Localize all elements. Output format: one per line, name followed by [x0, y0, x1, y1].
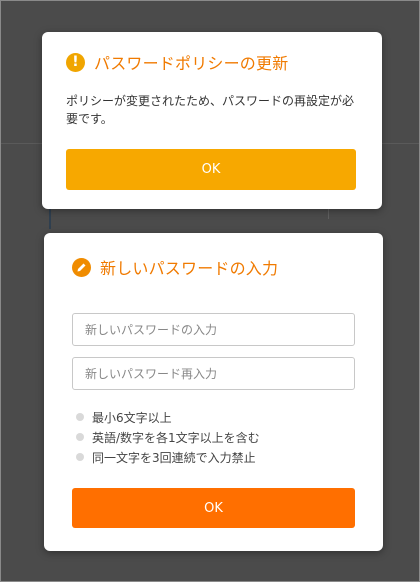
- bullet-icon: [76, 413, 84, 421]
- dialog-header: 新しいパスワードの入力: [72, 255, 278, 279]
- password-rule-text: 同一文字を3回連続で入力禁止: [92, 450, 256, 465]
- dialog-header: ! パスワードポリシーの更新: [66, 50, 288, 74]
- password-rule-text: 英語/数字を各1文字以上を含む: [92, 430, 260, 445]
- bullet-icon: [76, 433, 84, 441]
- new-password-dialog: 新しいパスワードの入力 最小6文字以上 英語/数字を各1文字以上を含む 同一文字…: [44, 233, 383, 551]
- bullet-icon: [76, 453, 84, 461]
- password-rule-text: 最小6文字以上: [92, 410, 172, 425]
- password-rule: 最小6文字以上: [76, 407, 260, 427]
- password-rule: 英語/数字を各1文字以上を含む: [76, 427, 260, 447]
- confirm-password-input[interactable]: [72, 357, 355, 390]
- dialog-title: 新しいパスワードの入力: [100, 259, 279, 278]
- policy-ok-button[interactable]: OK: [66, 149, 356, 190]
- pencil-icon: [77, 263, 86, 271]
- dialog-title: パスワードポリシーの更新: [94, 54, 289, 73]
- new-password-ok-button[interactable]: OK: [72, 488, 355, 528]
- password-rule: 同一文字を3回連続で入力禁止: [76, 447, 260, 467]
- new-password-input[interactable]: [72, 313, 355, 346]
- password-rules-list: 最小6文字以上 英語/数字を各1文字以上を含む 同一文字を3回連続で入力禁止: [76, 407, 260, 467]
- warning-icon: !: [66, 52, 85, 72]
- modal-backdrop: ! パスワードポリシーの更新 ポリシーが変更されたため、パスワードの再設定が必要…: [0, 0, 420, 582]
- policy-update-dialog: ! パスワードポリシーの更新 ポリシーが変更されたため、パスワードの再設定が必要…: [42, 32, 382, 209]
- pencil-icon: [72, 257, 91, 277]
- dialog-message: ポリシーが変更されたため、パスワードの再設定が必要です。: [66, 94, 355, 126]
